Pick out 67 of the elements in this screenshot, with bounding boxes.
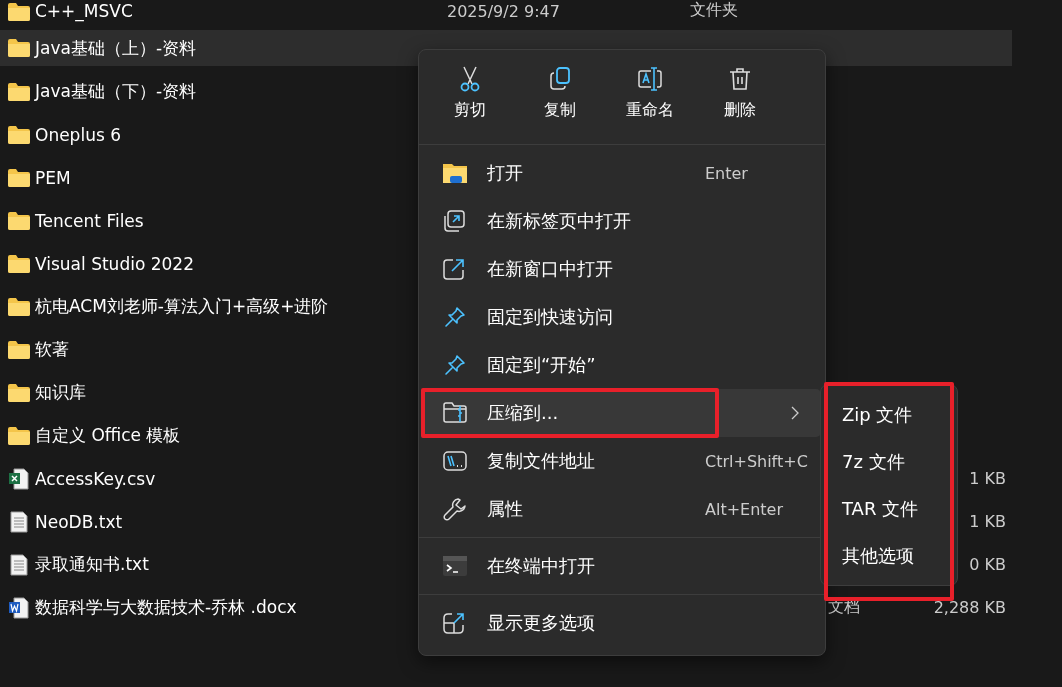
file-name: 软著 (35, 338, 70, 361)
open-external-icon (443, 258, 465, 280)
wrench-icon (443, 497, 467, 521)
folder-icon (7, 340, 30, 359)
folder-icon (7, 82, 30, 101)
file-size: 2,288 KB (933, 598, 1006, 617)
shortcut-label: Alt+Enter (705, 499, 784, 519)
new-tab-icon (443, 210, 465, 232)
text-file-icon (9, 510, 28, 533)
menu-item[interactable]: 在新标签页中打开 (423, 197, 821, 245)
file-size: 1 KB (969, 469, 1006, 488)
document-icon (8, 596, 29, 619)
file-name: Tencent Files (35, 210, 145, 231)
path-icon (443, 451, 467, 471)
file-name: 数据科学与大数据技术-乔林 .docx (35, 596, 298, 619)
modified-date: 2025/9/2 9:47 (447, 2, 560, 21)
zip-folder-icon (443, 402, 467, 424)
folder-icon (7, 3, 30, 21)
submenu-item[interactable]: 其他选项 (821, 532, 957, 579)
shortcut-label: Ctrl+Shift+C (705, 451, 805, 471)
submenu-item[interactable]: TAR 文件 (821, 485, 957, 532)
scissors-icon (458, 66, 482, 92)
more-options-icon (443, 612, 465, 634)
file-name: Java基础（下）-资料 (35, 80, 198, 103)
file-name: NeoDB.txt (35, 511, 124, 532)
folder-icon (7, 211, 30, 230)
folder-icon (443, 162, 467, 184)
file-size: 1 KB (969, 512, 1006, 531)
menu-item[interactable]: 属性 Alt+Enter (423, 485, 821, 533)
file-name: C++_MSVC (35, 1, 134, 21)
menu-item[interactable]: 在新窗口中打开 (423, 245, 821, 293)
menu-item[interactable]: 固定到快速访问 (423, 293, 821, 341)
shortcut-label: Enter (705, 163, 749, 183)
folder-icon (7, 39, 30, 57)
folder-icon (7, 125, 30, 144)
file-type: 文件夹 (690, 0, 738, 19)
pin-icon (443, 305, 467, 329)
menu-item[interactable]: 显示更多选项 (423, 599, 821, 647)
folder-icon (7, 254, 30, 273)
file-name: Visual Studio 2022 (35, 253, 195, 274)
file-name: Oneplus 6 (35, 124, 122, 145)
text-file-icon (9, 553, 28, 576)
trash-icon (728, 66, 752, 92)
folder-icon (7, 383, 30, 402)
file-name: 自定义 Office 模板 (35, 424, 182, 447)
submenu-item[interactable]: 7z 文件 (821, 438, 957, 485)
terminal-icon (443, 556, 467, 576)
folder-icon (7, 168, 30, 187)
spreadsheet-icon (8, 467, 29, 490)
menu-item[interactable]: 在终端中打开 (423, 542, 821, 590)
menu-item[interactable]: 打开 Enter (423, 149, 821, 197)
copy-icon (548, 66, 572, 92)
folder-icon (7, 426, 30, 445)
file-name: PEM (35, 167, 72, 188)
pin-icon (443, 353, 467, 377)
file-name: 知识库 (35, 381, 87, 404)
file-size: 0 KB (969, 555, 1006, 574)
menu-item[interactable]: 固定到“开始” (423, 341, 821, 389)
chevron-icon (791, 406, 799, 420)
folder-icon (7, 297, 30, 316)
file-name: Java基础（上）-资料 (35, 36, 198, 60)
submenu-item[interactable]: Zip 文件 (821, 391, 957, 438)
menu-item[interactable]: 复制文件地址 Ctrl+Shift+C (423, 437, 821, 485)
file-name: 录取通知书.txt (35, 553, 150, 576)
file-name: 杭电ACM刘老师-算法入门+高级+进阶 (35, 295, 330, 318)
rename-icon (637, 66, 663, 92)
file-name: AccessKey.csv (35, 468, 157, 489)
